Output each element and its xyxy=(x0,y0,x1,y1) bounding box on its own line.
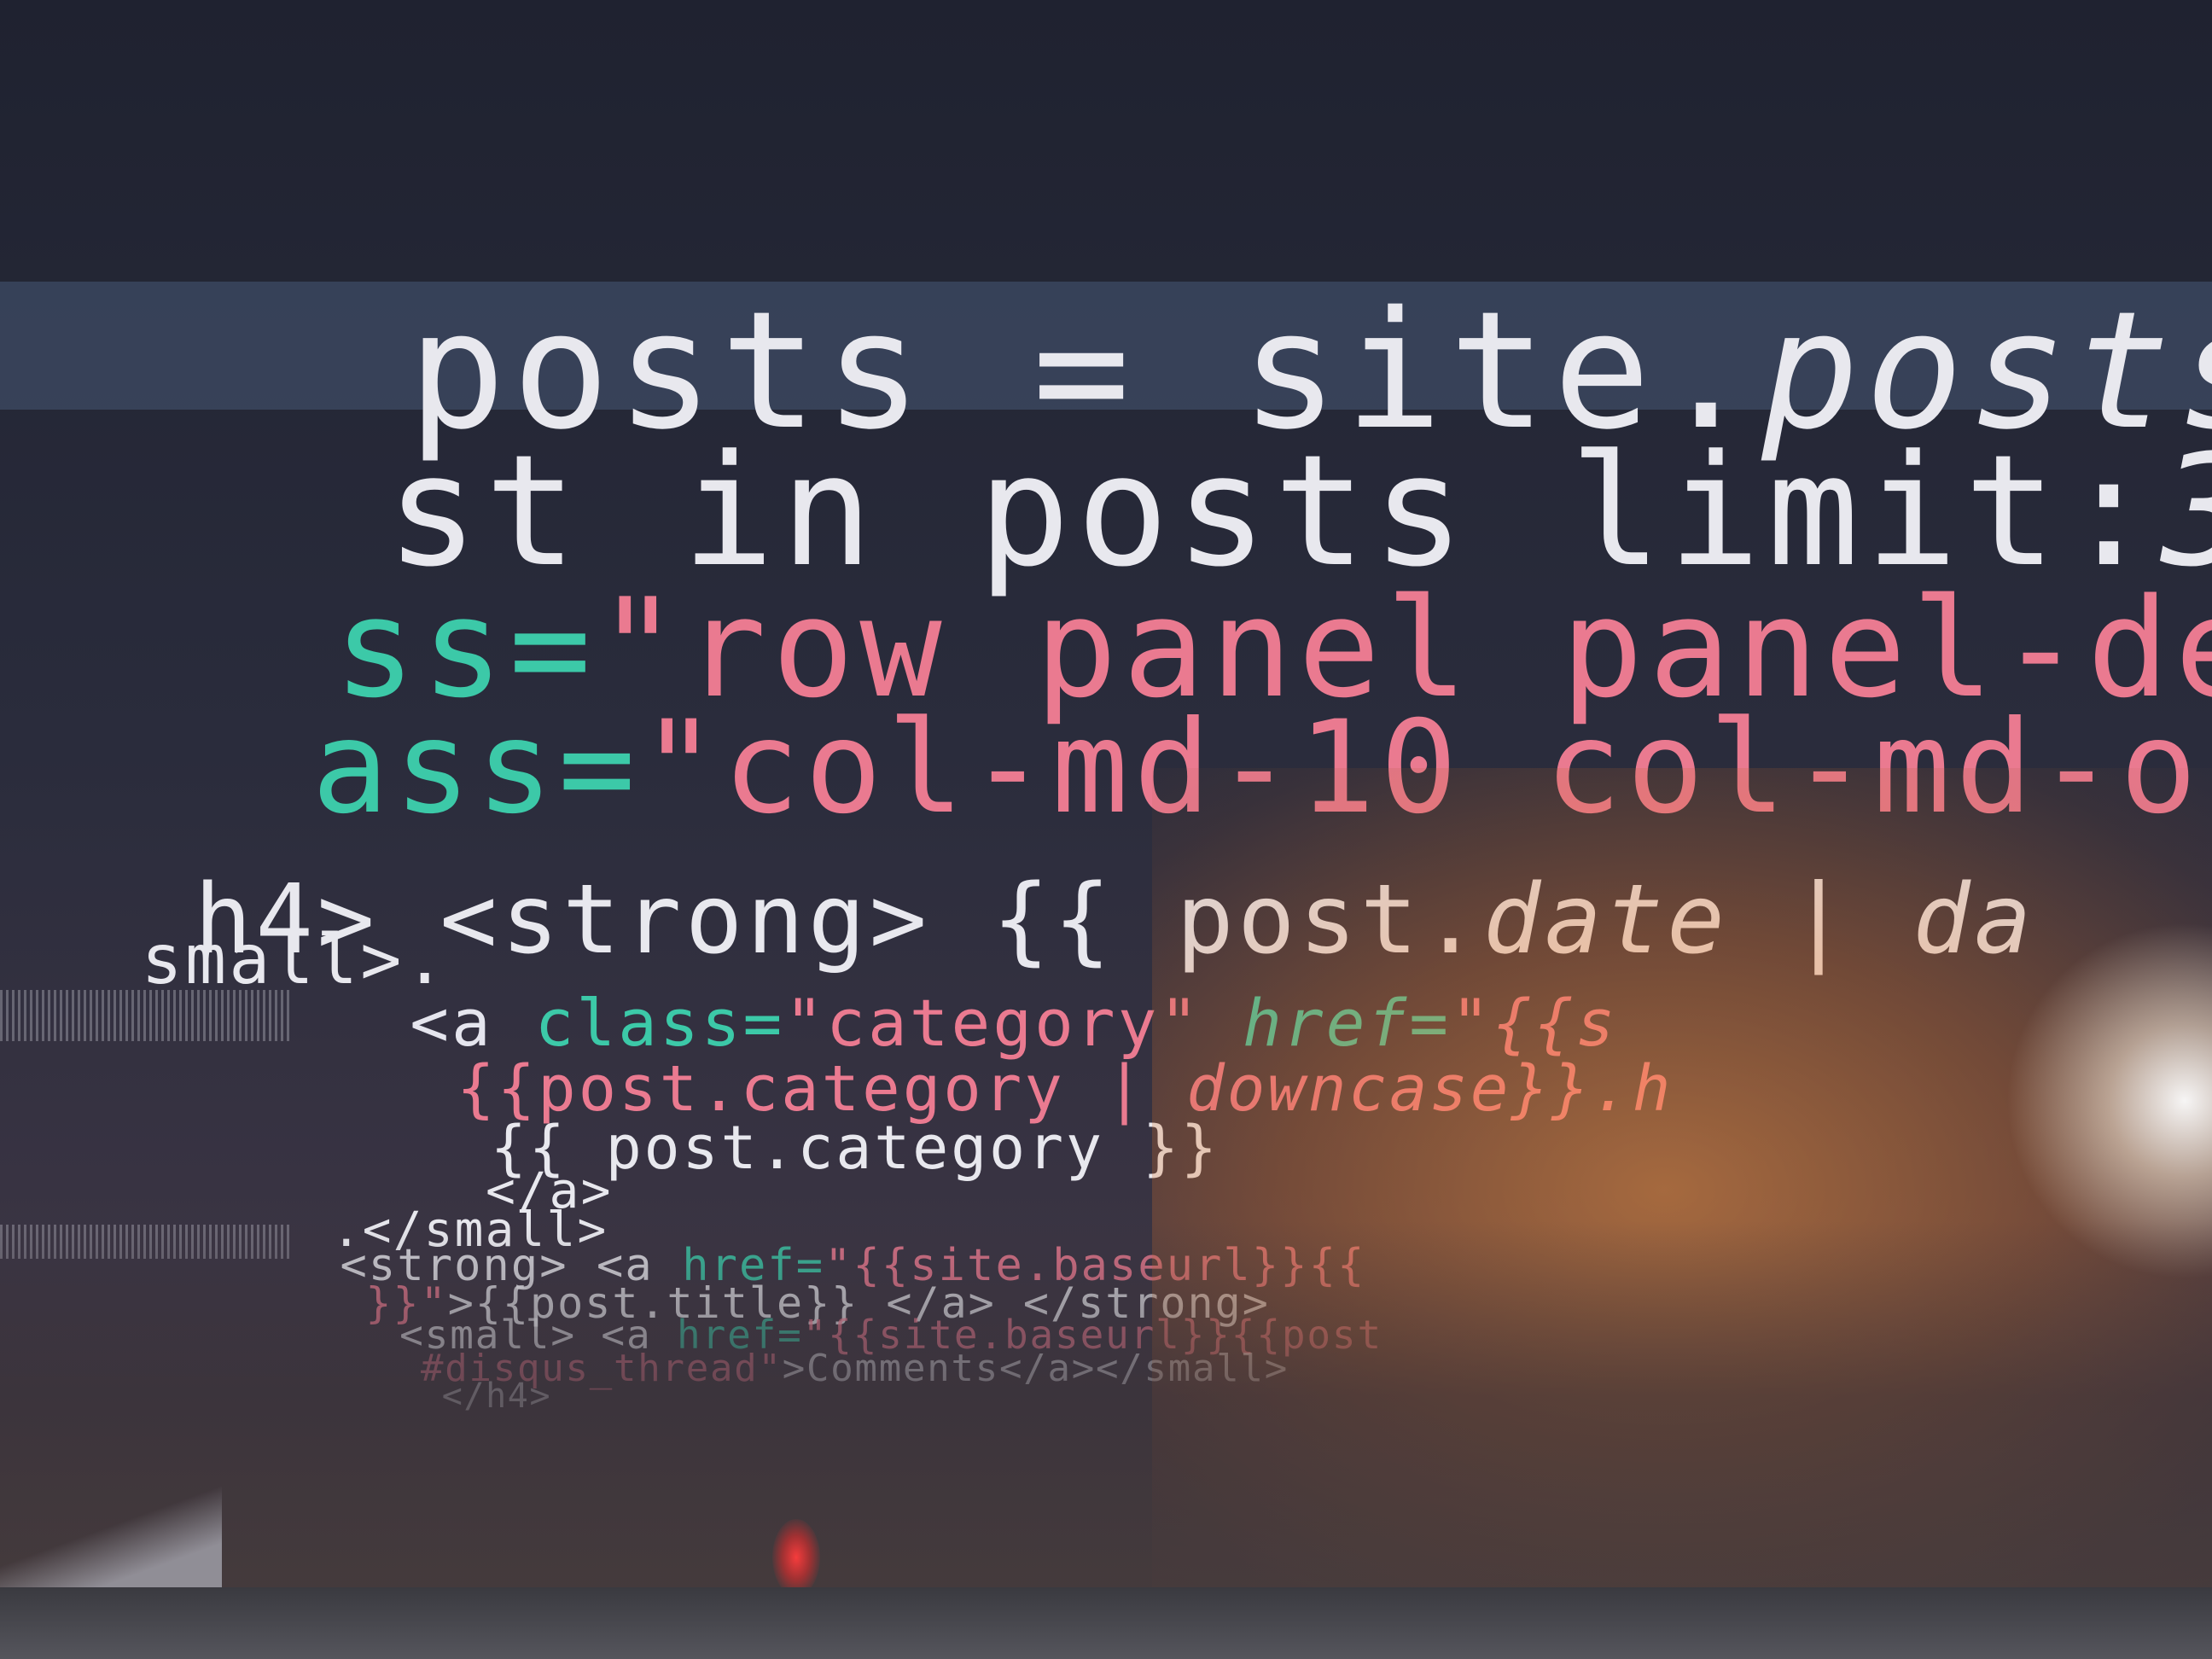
code-line-16[interactable]: </h4> xyxy=(354,1345,551,1447)
light-reflection xyxy=(2005,922,2212,1280)
monitor-bezel xyxy=(0,1587,2212,1659)
code-token: >Comments</a></small> xyxy=(782,1347,1289,1390)
code-token-string: downcase}}.h xyxy=(1186,1052,1674,1126)
code-token: </h4> xyxy=(441,1377,552,1416)
code-editor-screen: posts = site.posts %} st in posts limit:… xyxy=(0,0,2212,1659)
power-led-icon xyxy=(772,1519,820,1596)
gutter-marker xyxy=(0,990,290,1041)
